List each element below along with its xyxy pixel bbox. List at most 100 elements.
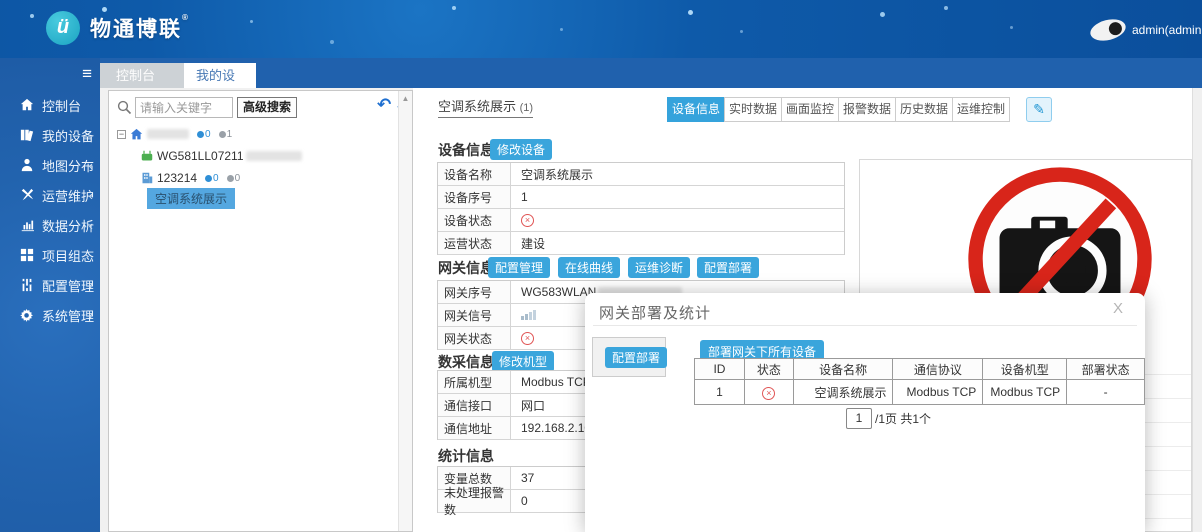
device-serial-value: 1	[511, 186, 844, 208]
tab-realtime-data[interactable]: 实时数据	[724, 97, 782, 122]
tab-history-data[interactable]: 历史数据	[895, 97, 953, 122]
redacted-text	[246, 151, 302, 161]
offline-status-icon	[521, 214, 534, 227]
sidebar-item-map[interactable]: 地图分布 ‹	[0, 150, 100, 180]
pagination-info: /1页 共1个	[875, 410, 931, 427]
offline-status-icon	[762, 387, 775, 400]
sidebar-item-my-devices[interactable]: 我的设备	[0, 120, 100, 150]
app-header: ü 物通博联® admin(admin@	[0, 0, 1202, 58]
row-device-name: 空调系统展示	[793, 380, 893, 405]
tree-scrollbar[interactable]: ▲	[398, 91, 412, 531]
modify-model-button[interactable]: 修改机型	[492, 351, 554, 372]
home-icon	[20, 98, 34, 112]
section-stats-info: 统计信息	[438, 446, 494, 466]
person-pin-icon	[20, 158, 34, 172]
config-manage-button[interactable]: 配置管理	[488, 257, 550, 278]
device-count: (1)	[520, 102, 533, 114]
tools-icon	[20, 188, 34, 202]
row-deploy-status: -	[1067, 380, 1145, 405]
online-curve-button[interactable]: 在线曲线	[558, 257, 620, 278]
sidebar-item-analytics[interactable]: 数据分析 ‹	[0, 210, 100, 240]
grid-icon	[20, 248, 34, 262]
home-icon	[130, 128, 143, 141]
page-scrollbar[interactable]	[1192, 88, 1202, 532]
chevron-icon: ‹	[89, 188, 93, 203]
selected-device[interactable]: 空调系统展示	[147, 188, 235, 209]
sidebar-item-project[interactable]: 项目组态	[0, 240, 100, 270]
chevron-icon: ‹	[89, 158, 93, 173]
gateway-deploy-modal: 网关部署及统计 X 配置部署 部署网关下所有设备 ID 状态 设备名称 通信协议…	[585, 293, 1145, 532]
deploy-status-table: ID 状态 设备名称 通信协议 设备机型 部署状态 1 空调系统展示 Modbu…	[694, 358, 1145, 405]
device-name-value: 空调系统展示	[511, 163, 844, 185]
device-info-table: 设备名称空调系统展示 设备序号1 设备状态 运营状态建设	[437, 162, 845, 255]
advanced-search-button[interactable]: 高级搜索	[237, 97, 297, 118]
sidebar-item-config[interactable]: 配置管理 ‹	[0, 270, 100, 300]
count-online: 0	[197, 129, 211, 140]
count-online: 0	[205, 173, 219, 184]
sidebar-item-maintenance[interactable]: 运营维护 ‹	[0, 180, 100, 210]
deploy-tab-container: 配置部署	[592, 337, 666, 377]
offline-status-icon	[521, 332, 534, 345]
ops-diagnosis-button[interactable]: 运维诊断	[628, 257, 690, 278]
menu-toggle-icon[interactable]: ≡	[82, 64, 92, 84]
signal-strength-icon	[521, 310, 537, 320]
chevron-icon: ‹	[89, 308, 93, 323]
modify-device-button[interactable]: 修改设备	[490, 139, 552, 160]
page-number-box[interactable]: 1	[846, 408, 872, 429]
modal-title: 网关部署及统计	[599, 302, 711, 323]
device-tree-panel: 高级搜索 ↶ ◀ − 0 1 WG581LL07211 123214 0 0 空…	[108, 90, 413, 532]
detail-tabs: 设备信息 实时数据 画面监控 报警数据 历史数据 运维控制	[668, 97, 1010, 122]
tab-console[interactable]: 控制台×	[100, 63, 184, 88]
tab-video-monitor[interactable]: 画面监控	[781, 97, 839, 122]
config-deploy-tab-button[interactable]: 配置部署	[605, 347, 667, 368]
tab-ops-control[interactable]: 运维控制	[952, 97, 1010, 122]
devices-icon	[20, 128, 34, 142]
tree-group-node[interactable]: 123214 0 0	[141, 169, 240, 187]
chevron-icon: ‹	[89, 278, 93, 293]
tree-root-node[interactable]: − 0 1	[117, 125, 232, 143]
collapse-node-icon[interactable]: −	[117, 130, 126, 139]
chevron-icon: ‹	[89, 218, 93, 233]
row-protocol: Modbus TCP	[893, 380, 983, 405]
count-offline: 0	[227, 173, 241, 184]
row-id: 1	[695, 380, 745, 405]
gateway-icon	[141, 150, 153, 162]
count-offline: 1	[219, 129, 233, 140]
registered-mark: ®	[182, 13, 190, 22]
search-input[interactable]	[135, 97, 233, 118]
sliders-icon	[20, 278, 34, 292]
edit-icon[interactable]: ✎	[1026, 97, 1052, 122]
table-row: 1 空调系统展示 Modbus TCP Modbus TCP -	[695, 380, 1145, 405]
section-gateway-info: 网关信息	[438, 258, 494, 278]
scroll-up-icon[interactable]: ▲	[399, 91, 412, 103]
device-title-link[interactable]: 空调系统展示 (1)	[438, 96, 533, 118]
brand-logo: ü 物通博联®	[46, 11, 190, 45]
tree-device-node[interactable]: 空调系统展示	[147, 189, 235, 207]
row-model: Modbus TCP	[983, 380, 1067, 405]
redacted-text	[147, 129, 189, 139]
gear-icon	[20, 308, 34, 322]
search-icon	[117, 100, 132, 115]
op-status-value: 建设	[511, 232, 844, 254]
brand-name: 物通博联®	[90, 13, 190, 43]
sidebar-nav: ≡ 控制台 我的设备 地图分布 ‹ 运营维护 ‹ 数据分析 ‹ 项目组态	[0, 58, 100, 532]
chart-icon	[20, 218, 34, 232]
tab-alarm-data[interactable]: 报警数据	[838, 97, 896, 122]
tree-gateway-node[interactable]: WG581LL07211	[141, 147, 302, 165]
section-collection-info: 数采信息	[438, 352, 494, 372]
divider	[593, 325, 1137, 326]
brand-logo-icon: ü	[46, 11, 80, 45]
window-tabbar: 控制台× 我的设备×	[100, 58, 1202, 88]
config-deploy-button[interactable]: 配置部署	[697, 257, 759, 278]
user-avatar-icon	[1090, 18, 1128, 42]
building-icon	[141, 172, 153, 184]
sidebar-item-system[interactable]: 系统管理 ‹	[0, 300, 100, 330]
tab-device-info[interactable]: 设备信息	[667, 97, 725, 122]
username-label: admin(admin@	[1132, 23, 1202, 37]
tab-my-devices[interactable]: 我的设备×	[184, 63, 256, 88]
sidebar-item-console[interactable]: 控制台	[0, 90, 100, 120]
pagination: 1 /1页 共1个	[846, 408, 931, 429]
user-account[interactable]: admin(admin@	[1090, 18, 1202, 42]
modal-close-icon[interactable]: X	[1113, 300, 1123, 317]
refresh-undo-icon[interactable]: ↶	[377, 95, 391, 115]
